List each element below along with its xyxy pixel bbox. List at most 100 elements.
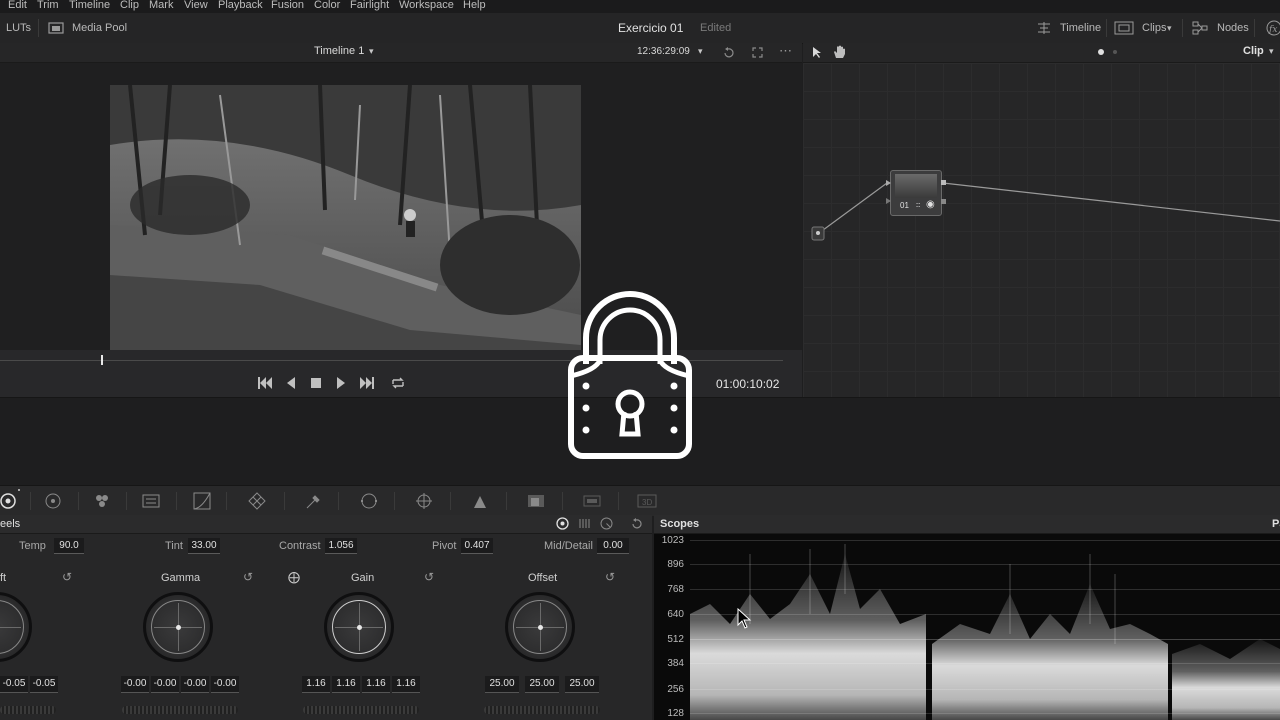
menu-color[interactable]: Color	[314, 0, 340, 11]
lift-value-1[interactable]: -0.05	[0, 676, 28, 693]
window-icon[interactable]	[359, 492, 379, 510]
mid-detail-field[interactable]: 0.00	[597, 538, 629, 554]
primaries-bars-mode-icon[interactable]	[578, 517, 591, 530]
clip-mode-selector[interactable]: Clip	[1243, 45, 1264, 57]
offset-value-2[interactable]: 25.00	[525, 676, 559, 693]
effects-icon[interactable]: fx	[1264, 20, 1280, 36]
node-output-key[interactable]	[941, 199, 946, 204]
color-warper-icon[interactable]	[248, 492, 266, 510]
primaries-wheels-mode-icon[interactable]	[556, 517, 569, 530]
gain-wheel[interactable]	[324, 592, 394, 662]
offset-master-slider[interactable]	[484, 706, 600, 714]
gain-value-2[interactable]: 1.16	[332, 676, 360, 693]
blur-icon[interactable]	[527, 492, 545, 510]
timeline-button[interactable]: Timeline	[1060, 22, 1101, 34]
log-wheels-mode-icon[interactable]	[600, 517, 613, 530]
temp-field[interactable]: 90.0	[54, 538, 84, 554]
color-wheels-tool-icon[interactable]	[0, 492, 18, 510]
menu-clip[interactable]: Clip	[120, 0, 139, 11]
page-indicator-active[interactable]	[1098, 49, 1104, 55]
gain-reset-icon[interactable]: ↺	[424, 570, 434, 584]
tracker-icon[interactable]	[415, 492, 433, 510]
menu-mark[interactable]: Mark	[149, 0, 173, 11]
timeline-icon[interactable]	[1036, 21, 1052, 35]
chevron-down-icon[interactable]: ▾	[1167, 23, 1172, 34]
menu-trim[interactable]: Trim	[37, 0, 59, 11]
media-pool-icon[interactable]	[48, 22, 64, 34]
reset-icon[interactable]	[630, 517, 643, 530]
gamma-value-4[interactable]: -0.00	[211, 676, 239, 693]
chevron-down-icon[interactable]: ▾	[369, 46, 374, 57]
lift-reset-icon[interactable]: ↺	[62, 570, 72, 584]
gamma-reset-icon[interactable]: ↺	[243, 570, 253, 584]
lift-value-2[interactable]: -0.05	[30, 676, 58, 693]
motion-effects-icon[interactable]	[142, 492, 160, 510]
timeline-selector[interactable]: Timeline 1	[314, 45, 364, 57]
node-01[interactable]: 01 ∶∶ ◉	[890, 170, 942, 216]
pivot-label: Pivot	[432, 540, 457, 552]
lift-master-slider[interactable]	[0, 706, 56, 714]
qualifier-icon[interactable]	[305, 492, 323, 510]
3d-icon[interactable]: 3D	[637, 492, 657, 510]
chevron-down-icon[interactable]: ▾	[1269, 46, 1274, 57]
gamma-value-2[interactable]: -0.00	[151, 676, 179, 693]
luts-button[interactable]: LUTs	[6, 22, 31, 34]
gain-value-4[interactable]: 1.16	[392, 676, 420, 693]
nodes-icon[interactable]	[1192, 21, 1208, 35]
gamma-value-3[interactable]: -0.00	[181, 676, 209, 693]
key-icon[interactable]	[582, 492, 602, 510]
offset-reset-icon[interactable]: ↺	[605, 570, 615, 584]
media-pool-button[interactable]: Media Pool	[72, 22, 127, 34]
node-input-rgb[interactable]	[886, 180, 891, 186]
stop-icon[interactable]	[311, 378, 321, 388]
contrast-field[interactable]: 1.056	[325, 538, 357, 554]
clips-icon[interactable]	[1114, 21, 1134, 35]
gain-value-3[interactable]: 1.16	[362, 676, 390, 693]
skip-to-end-icon[interactable]	[359, 377, 375, 389]
chevron-down-icon[interactable]: ▾	[698, 46, 703, 57]
offset-value-1[interactable]: 25.00	[485, 676, 519, 693]
pivot-field[interactable]: 0.407	[461, 538, 493, 554]
tint-field[interactable]: 33.00	[188, 538, 220, 554]
gamma-wheel[interactable]	[143, 592, 213, 662]
node-output-rgb[interactable]	[941, 180, 946, 185]
hdr-wheels-icon[interactable]	[44, 492, 66, 510]
offset-value-3[interactable]: 25.00	[565, 676, 599, 693]
loop-icon[interactable]	[722, 46, 735, 59]
video-frame[interactable]	[110, 85, 581, 350]
magic-mask-icon[interactable]	[471, 492, 489, 510]
gain-master-slider[interactable]	[303, 706, 419, 714]
nodes-button[interactable]: Nodes	[1217, 22, 1249, 34]
play-reverse-icon[interactable]	[286, 377, 296, 389]
lift-wheel[interactable]	[0, 592, 32, 662]
gain-value-1[interactable]: 1.16	[302, 676, 330, 693]
node-input-key[interactable]	[886, 198, 891, 204]
scope-type-selector[interactable]: Pa	[1272, 518, 1280, 530]
fullscreen-icon[interactable]	[751, 46, 764, 59]
pointer-icon[interactable]	[811, 46, 823, 59]
rgb-mixer-icon[interactable]	[93, 492, 111, 510]
skip-to-start-icon[interactable]	[257, 377, 273, 389]
menu-view[interactable]: View	[184, 0, 208, 11]
menu-help[interactable]: Help	[463, 0, 486, 11]
menu-timeline[interactable]: Timeline	[69, 0, 110, 11]
gamma-master-slider[interactable]	[122, 706, 238, 714]
gamma-value-1[interactable]: -0.00	[121, 676, 149, 693]
wheels-title: eels	[0, 518, 21, 530]
offset-wheel[interactable]	[505, 592, 575, 662]
clips-button[interactable]: Clips	[1142, 22, 1166, 34]
page-indicator[interactable]	[1113, 50, 1117, 54]
menu-workspace[interactable]: Workspace	[399, 0, 454, 11]
menu-fusion[interactable]: Fusion	[271, 0, 304, 11]
current-timecode: 01:00:10:02	[716, 377, 780, 391]
menu-fairlight[interactable]: Fairlight	[350, 0, 389, 11]
menu-playback[interactable]: Playback	[218, 0, 263, 11]
hand-icon[interactable]	[832, 45, 846, 59]
more-options-icon[interactable]: ⋯	[779, 43, 792, 59]
play-icon[interactable]	[336, 377, 346, 389]
loop-playback-icon[interactable]	[390, 376, 406, 390]
menu-edit[interactable]: Edit	[8, 0, 27, 11]
picker-icon[interactable]: ⨁	[288, 570, 300, 584]
curves-icon[interactable]	[193, 492, 211, 510]
playhead[interactable]	[101, 355, 103, 365]
